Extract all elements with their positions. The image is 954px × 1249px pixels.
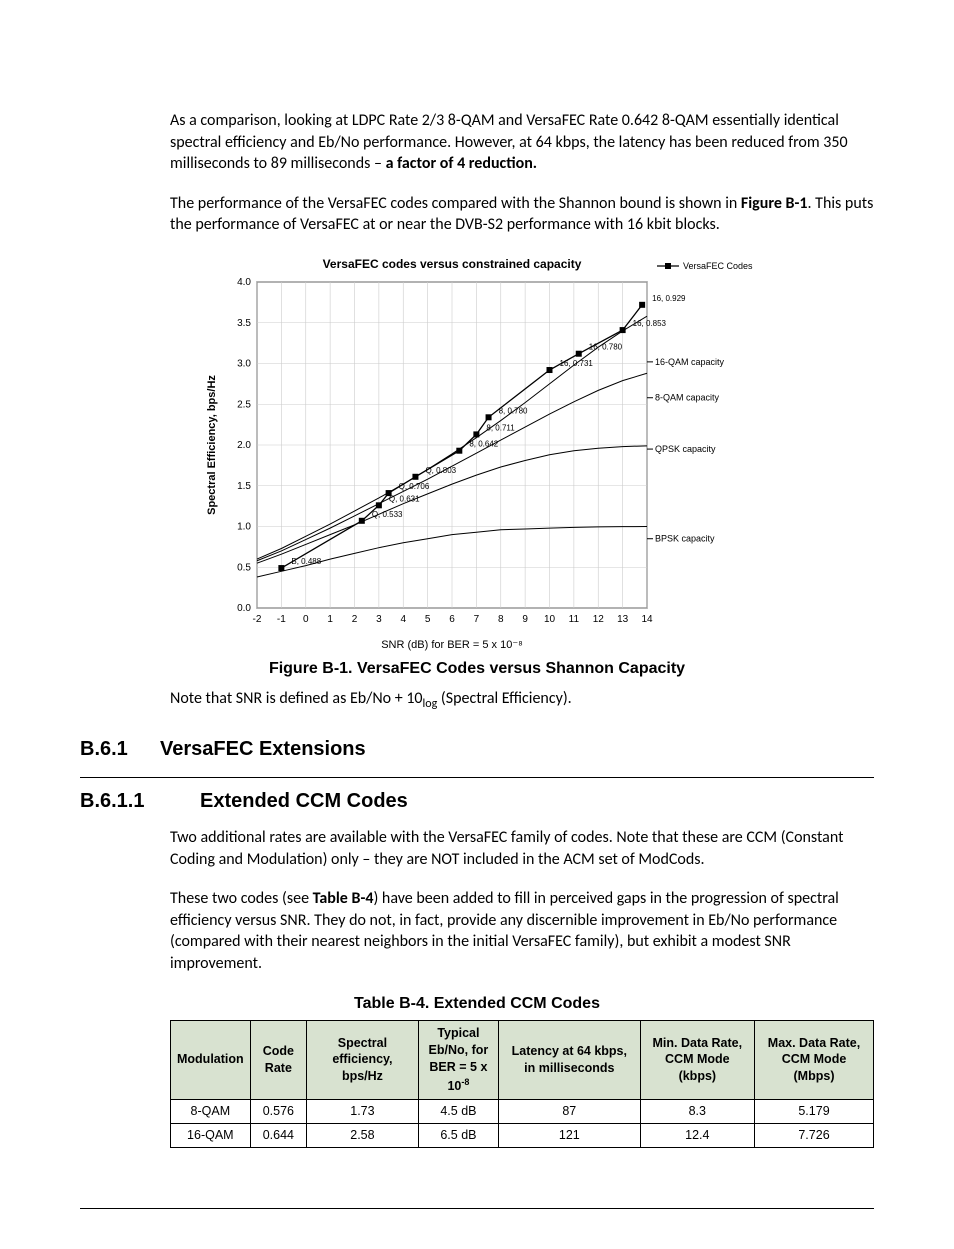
text: Note that SNR is defined as Eb/No + 10: [170, 689, 423, 708]
th-code-rate: Code Rate: [250, 1021, 306, 1100]
svg-text:16, 0.780: 16, 0.780: [589, 343, 623, 352]
table-ref: Table B-4: [313, 889, 374, 908]
svg-text:Q, 0.631: Q, 0.631: [389, 494, 420, 503]
section-number: B.6.1.1: [80, 788, 200, 815]
section-number: B.6.1: [80, 736, 160, 763]
th-max-rate: Max. Data Rate, CCM Mode (Mbps): [755, 1021, 874, 1100]
paragraph-table-intro: These two codes (see Table B-4) have bee…: [170, 888, 874, 974]
cell: 121: [499, 1123, 641, 1147]
table-b4: Modulation Code Rate Spectral efficiency…: [170, 1020, 874, 1147]
text: The performance of the VersaFEC codes co…: [170, 194, 741, 213]
table-caption: Table B-4. Extended CCM Codes: [80, 993, 874, 1015]
svg-text:BPSK capacity: BPSK capacity: [655, 534, 715, 544]
svg-text:8, 0.780: 8, 0.780: [499, 406, 528, 415]
svg-text:0.0: 0.0: [237, 603, 251, 614]
svg-text:6: 6: [449, 614, 455, 625]
chart-svg: -2-1012345678910111213140.00.51.01.52.02…: [197, 254, 757, 654]
svg-text:8-QAM capacity: 8-QAM capacity: [655, 393, 720, 403]
cell: 87: [499, 1099, 641, 1123]
svg-text:B, 0.488: B, 0.488: [291, 557, 321, 566]
cell: 7.726: [755, 1123, 874, 1147]
svg-text:2.0: 2.0: [237, 440, 251, 451]
figure-b1: -2-1012345678910111213140.00.51.01.52.02…: [80, 254, 874, 654]
svg-text:8: 8: [498, 614, 504, 625]
svg-text:10: 10: [544, 614, 556, 625]
svg-text:5: 5: [425, 614, 431, 625]
svg-text:-2: -2: [253, 614, 262, 625]
svg-text:16-QAM capacity: 16-QAM capacity: [655, 357, 725, 367]
svg-text:SNR (dB) for BER = 5 x 10⁻⁸: SNR (dB) for BER = 5 x 10⁻⁸: [381, 639, 523, 651]
cell: 0.576: [250, 1099, 306, 1123]
svg-text:0: 0: [303, 614, 309, 625]
svg-text:QPSK capacity: QPSK capacity: [655, 444, 716, 454]
svg-text:12: 12: [593, 614, 605, 625]
svg-text:16, 0.731: 16, 0.731: [560, 359, 594, 368]
cell: 4.5 dB: [418, 1099, 498, 1123]
svg-text:2: 2: [352, 614, 358, 625]
th-spectral-eff: Spectral efficiency, bps/Hz: [307, 1021, 419, 1100]
svg-text:4: 4: [400, 614, 406, 625]
footer-rule: [80, 1208, 874, 1209]
table-row: 16-QAM 0.644 2.58 6.5 dB 121 12.4 7.726: [171, 1123, 874, 1147]
cell: 12.4: [640, 1123, 754, 1147]
text: BER = 5 x 10: [429, 1060, 487, 1093]
cell: 8-QAM: [171, 1099, 251, 1123]
th-latency: Latency at 64 kbps, in milliseconds: [499, 1021, 641, 1100]
cell: 6.5 dB: [418, 1123, 498, 1147]
svg-text:2.5: 2.5: [237, 399, 251, 410]
text: (Spectral Efficiency).: [437, 689, 571, 708]
table-header-row: Modulation Code Rate Spectral efficiency…: [171, 1021, 874, 1100]
snr-note: Note that SNR is defined as Eb/No + 10lo…: [170, 688, 874, 712]
th-ebno: Typical Eb/No, forBER = 5 x 10-8: [418, 1021, 498, 1100]
svg-text:Q, 0.706: Q, 0.706: [399, 482, 430, 491]
svg-text:Q, 0.533: Q, 0.533: [372, 510, 403, 519]
text: These two codes (see: [170, 889, 313, 908]
svg-text:1.5: 1.5: [237, 481, 251, 492]
svg-text:9: 9: [522, 614, 528, 625]
svg-text:16, 0.929: 16, 0.929: [652, 294, 686, 303]
svg-text:4.0: 4.0: [237, 277, 251, 288]
bold-text: a factor of 4 reduction.: [386, 154, 537, 173]
svg-text:VersaFEC codes versus constrai: VersaFEC codes versus constrained capaci…: [323, 257, 582, 271]
svg-text:13: 13: [617, 614, 629, 625]
svg-text:7: 7: [474, 614, 480, 625]
cell: 2.58: [307, 1123, 419, 1147]
svg-text:14: 14: [641, 614, 653, 625]
figure-caption: Figure B-1. VersaFEC Codes versus Shanno…: [80, 658, 874, 680]
subscript: log: [423, 697, 438, 711]
th-min-rate: Min. Data Rate, CCM Mode (kbps): [640, 1021, 754, 1100]
section-title: VersaFEC Extensions: [160, 738, 366, 760]
paragraph-figure-intro: The performance of the VersaFEC codes co…: [170, 193, 874, 236]
section-title: Extended CCM Codes: [200, 790, 408, 812]
table-row: 8-QAM 0.576 1.73 4.5 dB 87 8.3 5.179: [171, 1099, 874, 1123]
svg-text:VersaFEC Codes: VersaFEC Codes: [683, 261, 753, 271]
svg-text:1.0: 1.0: [237, 521, 251, 532]
svg-text:8, 0.642: 8, 0.642: [469, 440, 498, 449]
cell: 8.3: [640, 1099, 754, 1123]
th-modulation: Modulation: [171, 1021, 251, 1100]
superscript: -8: [461, 1077, 469, 1087]
svg-text:Spectral Efficiency, bps/Hz: Spectral Efficiency, bps/Hz: [206, 375, 218, 515]
cell: 0.644: [250, 1123, 306, 1147]
svg-text:8, 0.711: 8, 0.711: [486, 423, 515, 432]
paragraph-comparison: As a comparison, looking at LDPC Rate 2/…: [170, 110, 874, 175]
svg-text:Q, 0.803: Q, 0.803: [425, 466, 456, 475]
svg-text:16, 0.853: 16, 0.853: [633, 319, 667, 328]
heading-b61: B.6.1VersaFEC Extensions: [80, 736, 874, 763]
svg-text:1: 1: [327, 614, 333, 625]
svg-text:11: 11: [569, 614, 580, 625]
svg-text:3.5: 3.5: [237, 318, 251, 329]
cell: 5.179: [755, 1099, 874, 1123]
heading-b611: B.6.1.1Extended CCM Codes: [80, 777, 874, 815]
svg-text:3.0: 3.0: [237, 358, 251, 369]
svg-text:-1: -1: [277, 614, 286, 625]
svg-text:0.5: 0.5: [237, 562, 251, 573]
figure-ref: Figure B-1: [741, 194, 808, 213]
svg-text:3: 3: [376, 614, 382, 625]
cell: 1.73: [307, 1099, 419, 1123]
text: Typical Eb/No, for: [429, 1026, 489, 1057]
cell: 16-QAM: [171, 1123, 251, 1147]
paragraph-ccm-intro: Two additional rates are available with …: [170, 827, 874, 870]
